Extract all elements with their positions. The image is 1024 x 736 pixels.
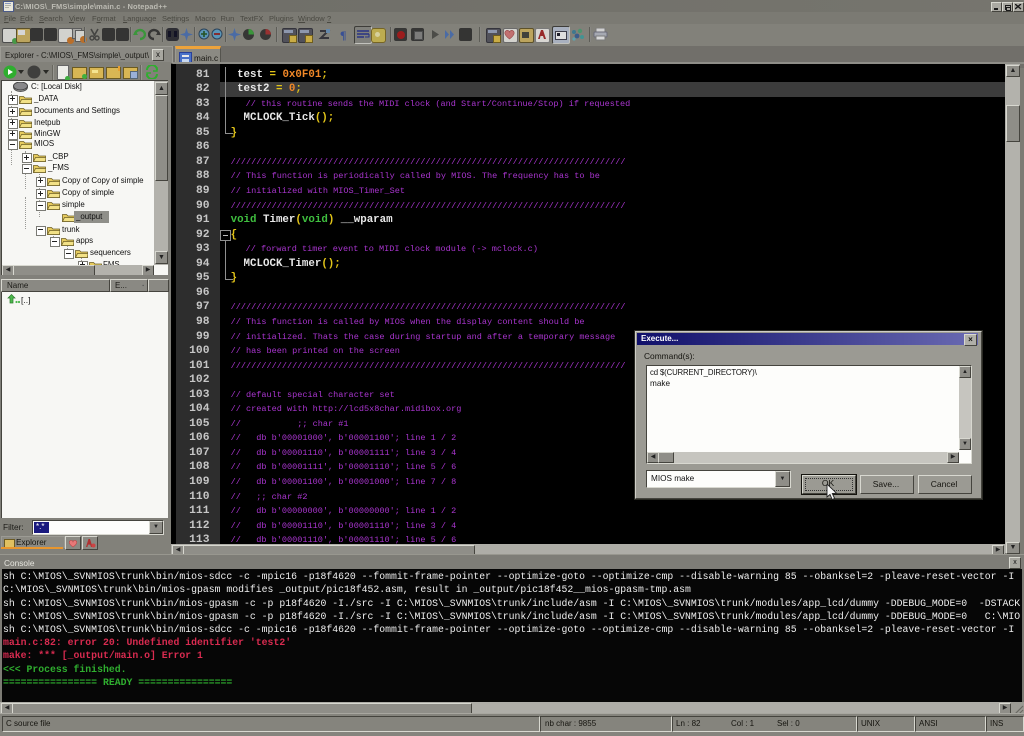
svg-text:¶: ¶ bbox=[340, 28, 346, 41]
